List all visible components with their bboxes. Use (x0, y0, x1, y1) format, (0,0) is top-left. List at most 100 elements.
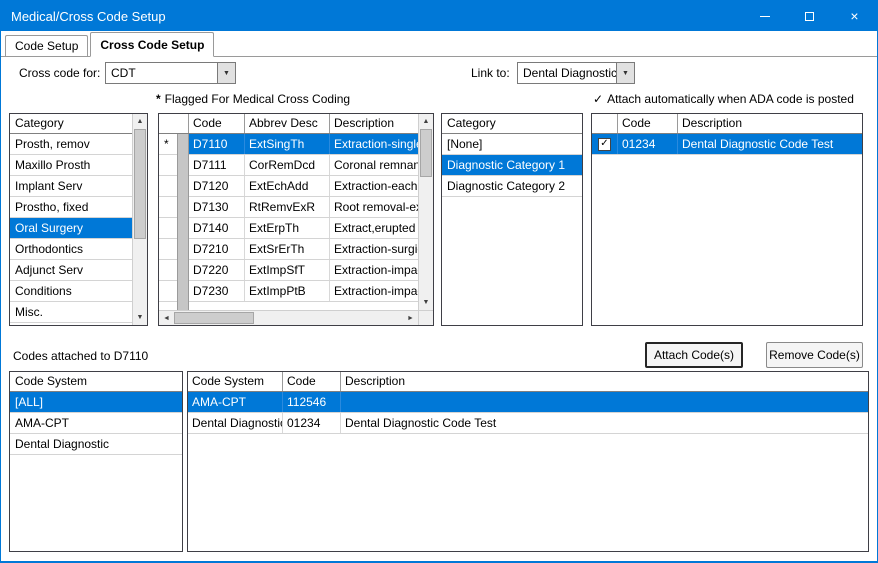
category-item[interactable]: Orthodontics (10, 239, 132, 260)
codes-vertical-scrollbar[interactable]: ▲ ▼ (418, 114, 433, 310)
code-cell: D7210 (189, 239, 245, 259)
attach-auto-note: ✓Attach automatically when ADA code is p… (593, 92, 854, 107)
scrollbar-thumb[interactable] (420, 129, 432, 177)
minimize-button[interactable] (742, 1, 787, 31)
flag-cell (159, 218, 177, 238)
cross-code-for-dropdown[interactable]: CDT ▼ (105, 62, 236, 84)
cross-code-for-label: Cross code for: (19, 62, 100, 84)
code-system-item[interactable]: Dental Diagnostic (10, 434, 182, 455)
abbrev-cell: ExtSrErTh (245, 239, 330, 259)
procedure-code-row[interactable]: D7111 CorRemDcd Coronal remnants (159, 155, 418, 176)
flagged-note-text: Flagged For Medical Cross Coding (165, 92, 350, 106)
code-system-item-selected[interactable]: [ALL] (10, 392, 182, 413)
category-item[interactable]: Prosth, remov (10, 134, 132, 155)
category-item[interactable]: Misc. (10, 302, 132, 323)
tab-code-setup[interactable]: Code Setup (5, 35, 88, 56)
scroll-left-icon[interactable]: ◄ (159, 311, 174, 325)
codes-attached-label: Codes attached to D7110 (13, 345, 148, 367)
close-icon: × (850, 9, 858, 23)
check-icon: ✓ (600, 134, 608, 154)
attach-codes-button[interactable]: Attach Code(s) (645, 342, 743, 368)
scrollbar-track[interactable] (133, 129, 147, 310)
link-category-item-selected[interactable]: Diagnostic Category 1 (442, 155, 582, 176)
scroll-down-icon[interactable]: ▼ (133, 310, 147, 325)
code-column-header: Code (618, 114, 678, 133)
category-item[interactable]: Maxillo Prosth (10, 155, 132, 176)
scrollbar-track[interactable] (174, 311, 403, 325)
desc-cell: Extract,erupted th (330, 218, 418, 238)
check-icon: ✓ (593, 92, 603, 106)
titlebar[interactable]: Medical/Cross Code Setup × (1, 1, 877, 31)
category-item[interactable]: Adjunct Serv (10, 260, 132, 281)
desc-cell: Extraction-single to (330, 134, 418, 154)
grid-header-row: Code System Code Description (188, 372, 868, 392)
procedure-code-row[interactable]: D7120 ExtEchAdd Extraction-each ad (159, 176, 418, 197)
flag-cell: * (159, 134, 177, 154)
abbrev-cell: ExtImpPtB (245, 281, 330, 301)
procedure-code-row[interactable]: * D7110 ExtSingTh Extraction-single to (159, 134, 418, 155)
description-column-header: Description (678, 114, 862, 133)
chevron-down-icon[interactable]: ▼ (217, 63, 235, 83)
scrollbar-thumb[interactable] (174, 312, 254, 324)
category-item-selected[interactable]: Oral Surgery (10, 218, 132, 239)
cross-code-for-value: CDT (106, 63, 217, 83)
flag-cell (159, 239, 177, 259)
abbrev-cell: RtRemvExR (245, 197, 330, 217)
code-cell: D7110 (189, 134, 245, 154)
scroll-up-icon[interactable]: ▲ (133, 114, 147, 129)
maximize-button[interactable] (787, 1, 832, 31)
link-to-dropdown[interactable]: Dental Diagnostic ▼ (517, 62, 635, 84)
code-system-item[interactable]: AMA-CPT (10, 413, 182, 434)
code-cell: D7130 (189, 197, 245, 217)
remove-codes-button[interactable]: Remove Code(s) (766, 342, 863, 368)
procedure-code-row[interactable]: D7140 ExtErpTh Extract,erupted th (159, 218, 418, 239)
chevron-down-icon[interactable]: ▼ (616, 63, 634, 83)
scrollbar-track[interactable] (419, 129, 433, 295)
desc-cell: Extraction-surgica (330, 239, 418, 259)
medical-cross-code-setup-window: Medical/Cross Code Setup × Code Setup Cr… (0, 0, 878, 563)
code-cell: D7111 (189, 155, 245, 175)
close-button[interactable]: × (832, 1, 877, 31)
attached-codes-table: Code System Code Description AMA-CPT 112… (187, 371, 869, 552)
tab-cross-code-setup[interactable]: Cross Code Setup (90, 32, 214, 57)
category-item[interactable]: Prostho, fixed (10, 197, 132, 218)
scrollbar-thumb[interactable] (134, 129, 146, 239)
flag-column-header (159, 114, 189, 133)
minimize-icon (760, 16, 770, 17)
desc-cell: Extraction-impacte (330, 281, 418, 301)
link-category-item[interactable]: [None] (442, 134, 582, 155)
category-item[interactable]: Conditions (10, 281, 132, 302)
code-system-column-header: Code System (10, 372, 182, 392)
description-column-header: Description (341, 372, 868, 391)
attach-checkbox[interactable]: ✓ (598, 138, 611, 151)
procedure-code-row[interactable]: D7130 RtRemvExR Root removal-expo (159, 197, 418, 218)
window-controls: × (742, 1, 877, 31)
scroll-up-icon[interactable]: ▲ (419, 114, 433, 129)
code-cell: D7120 (189, 176, 245, 196)
code-cell: 01234 (283, 413, 341, 433)
code-cell: 112546 (283, 392, 341, 412)
procedure-code-row[interactable]: D7220 ExtImpSfT Extraction-impacte (159, 260, 418, 281)
desc-cell: Coronal remnants (330, 155, 418, 175)
attached-code-row[interactable]: AMA-CPT 112546 (188, 392, 868, 413)
code-system-list: Code System [ALL] AMA-CPT Dental Diagnos… (9, 371, 183, 552)
scrollbar-corner (418, 311, 433, 325)
category-scrollbar[interactable]: ▲ ▼ (132, 114, 147, 325)
procedure-code-row[interactable]: D7210 ExtSrErTh Extraction-surgica (159, 239, 418, 260)
category-column-header: Category (10, 114, 132, 134)
link-category-item[interactable]: Diagnostic Category 2 (442, 176, 582, 197)
code-column-header: Code (283, 372, 341, 391)
link-code-row[interactable]: ✓ 01234 Dental Diagnostic Code Test (592, 134, 862, 155)
tab-strip: Code Setup Cross Code Setup (1, 31, 877, 57)
procedure-code-row[interactable]: D7230 ExtImpPtB Extraction-impacte (159, 281, 418, 302)
grid-header-row: Code Abbrev Desc Description (159, 114, 418, 134)
category-item[interactable]: Implant Serv (10, 176, 132, 197)
link-to-value: Dental Diagnostic (518, 63, 616, 83)
code-system-column-header: Code System (188, 372, 283, 391)
codes-horizontal-scrollbar[interactable]: ◄ ► (159, 310, 433, 325)
scroll-down-icon[interactable]: ▼ (419, 295, 433, 310)
scroll-right-icon[interactable]: ► (403, 311, 418, 325)
code-cell: D7230 (189, 281, 245, 301)
flag-cell (159, 197, 177, 217)
attached-code-row[interactable]: Dental Diagnostic 01234 Dental Diagnosti… (188, 413, 868, 434)
